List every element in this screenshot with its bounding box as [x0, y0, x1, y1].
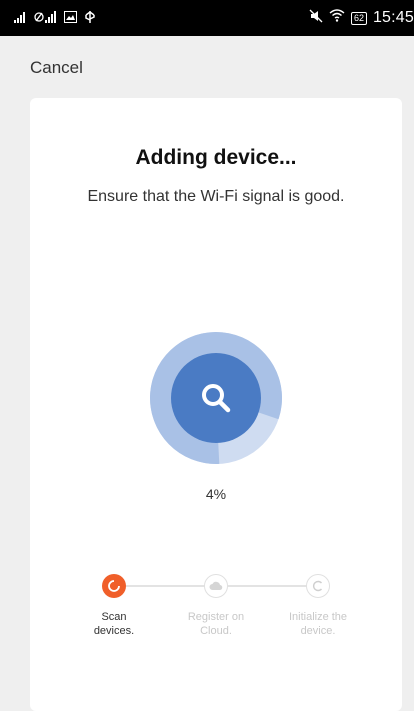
search-icon [198, 380, 234, 421]
step-label-scan: Scan devices. [69, 610, 159, 638]
page-subtitle: Ensure that the Wi-Fi signal is good. [87, 188, 345, 205]
no-signal-icon [34, 10, 58, 26]
wifi-icon [329, 9, 345, 27]
page-title: Adding device... [135, 146, 297, 169]
step-label-register: Register on Cloud. [171, 610, 261, 638]
adding-device-card: Adding device... Ensure that the Wi-Fi s… [30, 98, 402, 711]
battery-level: 62 [353, 12, 364, 23]
step-label-line: devices. [93, 625, 135, 637]
status-right-icons: 62 15:45 [309, 9, 414, 28]
status-time: 15:45 [372, 9, 414, 26]
step-label-line: Initialize the [288, 611, 348, 623]
battery-icon: 62 [350, 11, 367, 25]
status-bar: 62 15:45 [0, 0, 414, 36]
step-indicator: Scan devices. Register on Cloud. Initial… [30, 570, 402, 660]
cancel-button[interactable]: Cancel [30, 58, 83, 78]
step-cloud-icon [204, 574, 228, 598]
step-scan-icon [102, 574, 126, 598]
step-connector [228, 585, 308, 587]
image-icon [64, 10, 77, 26]
signal-icon [14, 11, 28, 26]
usb-icon [83, 10, 97, 27]
step-initialize-icon [306, 574, 330, 598]
status-left-icons [14, 10, 97, 27]
step-label-line: Cloud. [200, 625, 232, 637]
mute-icon [309, 9, 323, 28]
top-bar: Cancel [0, 36, 414, 96]
step-label-line: device. [300, 625, 336, 637]
progress-ring [148, 330, 284, 466]
step-label-line: Scan [101, 611, 127, 623]
step-label-line: Register on [187, 611, 245, 623]
step-connector [126, 585, 206, 587]
step-label-initialize: Initialize the device. [273, 610, 363, 638]
progress-percent: 4% [205, 486, 227, 502]
